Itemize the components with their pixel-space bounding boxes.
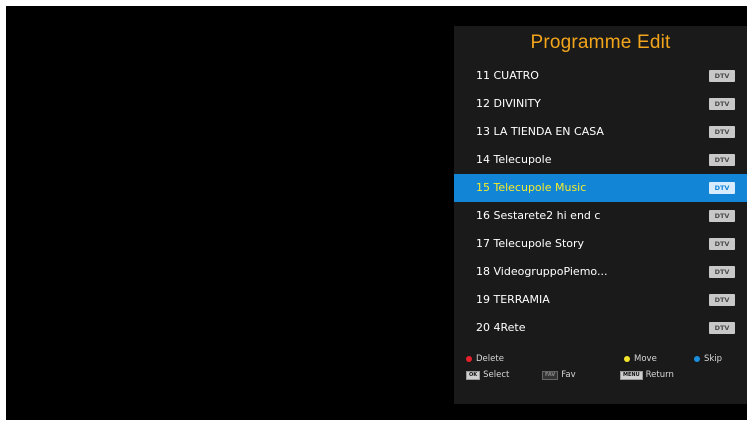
channel-row[interactable]: 17 Telecupole Story DTV	[454, 230, 747, 258]
channel-label: 19 TERRAMIA	[476, 293, 550, 306]
yellow-dot-icon	[624, 356, 630, 362]
legend-move-label: Move	[634, 354, 657, 364]
dtv-badge: DTV	[709, 154, 735, 166]
dtv-badge: DTV	[709, 182, 735, 194]
channel-label: 20 4Rete	[476, 321, 526, 334]
tv-screen: Programme Edit 11 CUATRO DTV 12 DIVINITY…	[6, 6, 747, 420]
menu-key-icon: MENU	[620, 370, 643, 380]
channel-row[interactable]: 19 TERRAMIA DTV	[454, 286, 747, 314]
channel-label: 11 CUATRO	[476, 69, 539, 82]
legend-delete-label: Delete	[476, 354, 504, 364]
channel-row[interactable]: 11 CUATRO DTV	[454, 62, 747, 90]
legend-select: OK Select	[466, 370, 509, 380]
channel-row[interactable]: 16 Sestarete2 hi end c DTV	[454, 202, 747, 230]
dtv-badge: DTV	[709, 210, 735, 222]
legend-select-label: Select	[483, 370, 510, 380]
fav-key-icon: FAV	[542, 370, 559, 380]
channel-list: 11 CUATRO DTV 12 DIVINITY DTV 13 LA TIEN…	[454, 62, 747, 342]
dtv-badge: DTV	[709, 266, 735, 278]
legend-fav-label: Fav	[561, 370, 576, 380]
channel-row[interactable]: 18 VideogruppoPiemo... DTV	[454, 258, 747, 286]
channel-label: 18 VideogruppoPiemo...	[476, 265, 608, 278]
channel-row-selected[interactable]: 15 Telecupole Music DTV	[454, 174, 747, 202]
channel-row[interactable]: 20 4Rete DTV	[454, 314, 747, 342]
legend-return-label: Return	[645, 370, 674, 380]
channel-label: 14 Telecupole	[476, 153, 552, 166]
programme-edit-panel: Programme Edit 11 CUATRO DTV 12 DIVINITY…	[454, 26, 747, 404]
legend-skip: Skip	[694, 354, 722, 364]
ok-key-icon: OK	[466, 370, 481, 380]
channel-label: 17 Telecupole Story	[476, 237, 585, 250]
channel-row[interactable]: 12 DIVINITY DTV	[454, 90, 747, 118]
channel-label: 15 Telecupole Music	[476, 181, 587, 194]
legend-fav: FAV Fav	[542, 370, 576, 380]
key-legend: Delete Move Skip OK Select FAV Fav MENU …	[454, 354, 747, 394]
legend-skip-label: Skip	[704, 354, 723, 364]
blue-dot-icon	[694, 356, 700, 362]
legend-move: Move	[624, 354, 657, 364]
dtv-badge: DTV	[709, 294, 735, 306]
dtv-badge: DTV	[709, 98, 735, 110]
legend-delete: Delete	[466, 354, 504, 364]
dtv-badge: DTV	[709, 238, 735, 250]
channel-row[interactable]: 13 LA TIENDA EN CASA DTV	[454, 118, 747, 146]
channel-row[interactable]: 14 Telecupole DTV	[454, 146, 747, 174]
channel-label: 13 LA TIENDA EN CASA	[476, 125, 604, 138]
red-dot-icon	[466, 356, 472, 362]
legend-return: MENU Return	[620, 370, 674, 380]
channel-label: 16 Sestarete2 hi end c	[476, 209, 601, 222]
panel-title: Programme Edit	[530, 32, 671, 53]
dtv-badge: DTV	[709, 70, 735, 82]
dtv-badge: DTV	[709, 126, 735, 138]
channel-label: 12 DIVINITY	[476, 97, 541, 110]
dtv-badge: DTV	[709, 322, 735, 334]
